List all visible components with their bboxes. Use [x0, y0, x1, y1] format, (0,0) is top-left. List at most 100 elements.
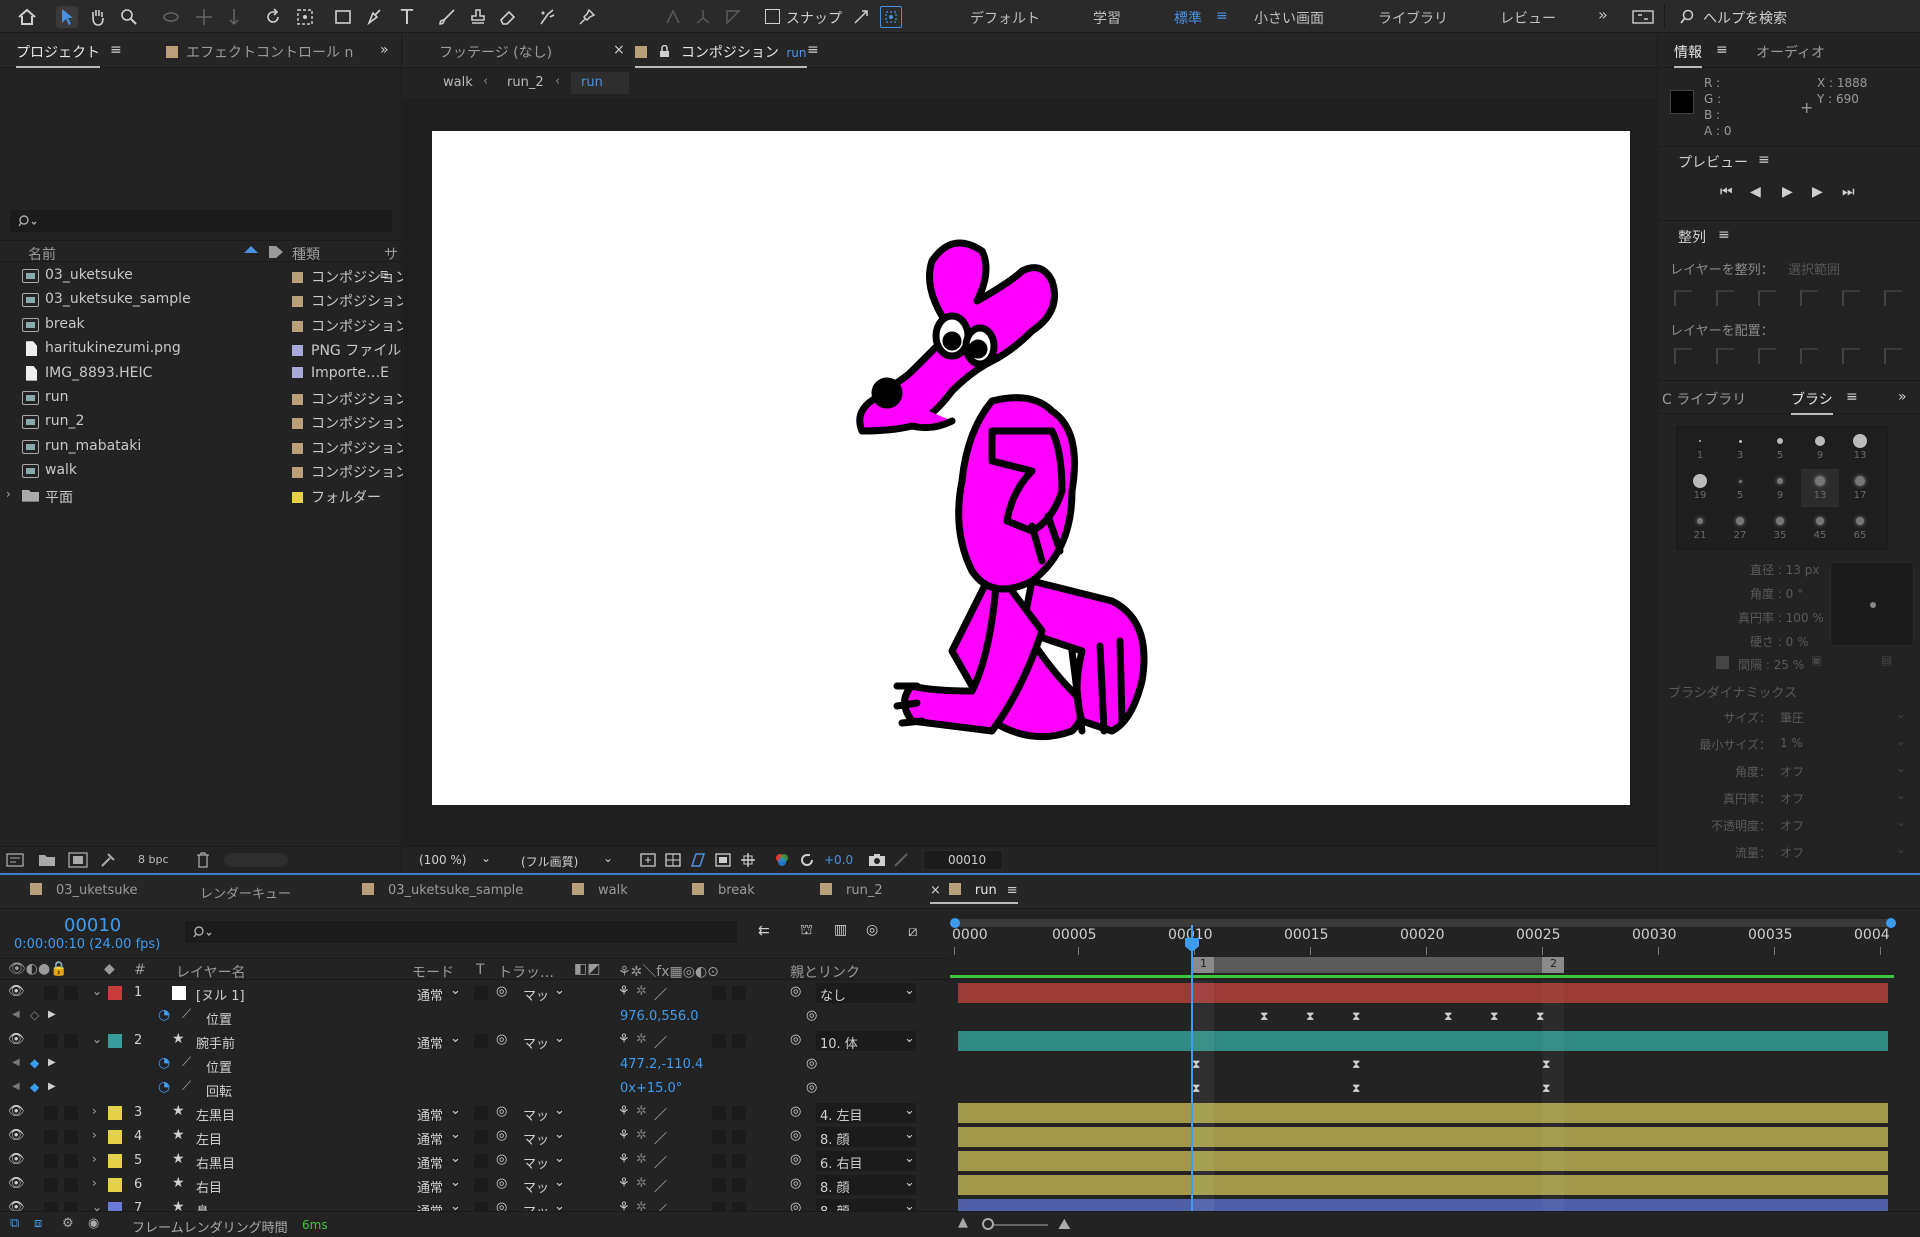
blend-mode-dropdown[interactable]: 通常	[417, 1177, 443, 1196]
layer-name[interactable]: 左黒目	[196, 1105, 235, 1124]
align-button-icon[interactable]	[1716, 290, 1734, 306]
quality-switch-icon[interactable]: ／	[654, 1152, 667, 1171]
keyframe-icon[interactable]: ⧗	[1260, 1010, 1270, 1022]
align-button-icon[interactable]	[1758, 348, 1776, 364]
keyframe-icon[interactable]: ⧗	[1352, 1058, 1362, 1070]
axis-view-icon[interactable]	[722, 6, 744, 28]
blend-mode-dropdown[interactable]: 通常	[417, 1153, 443, 1172]
parent-pickwhip-icon[interactable]: ◎	[790, 1200, 801, 1211]
tab-cc-libraries[interactable]: C ライブラリ	[1662, 389, 1746, 409]
layer-duration-bar[interactable]	[958, 1127, 1888, 1147]
preserve-transparency-toggle[interactable]	[474, 1106, 488, 1120]
workspace-layout-icon[interactable]	[1632, 6, 1654, 28]
expand-arrow-icon[interactable]: ⌄	[92, 1032, 102, 1046]
layer-duration-bar[interactable]	[958, 1199, 1888, 1211]
shy-switch-icon[interactable]: ⚘	[618, 1032, 630, 1047]
track-matte-dropdown[interactable]: マッ	[523, 1153, 549, 1172]
visibility-eye-icon[interactable]: 👁	[8, 1200, 25, 1211]
label-color-swatch[interactable]	[108, 1178, 122, 1192]
brush-tip[interactable]: 45	[1801, 509, 1839, 547]
zoom-slider-thumb[interactable]	[982, 1218, 994, 1230]
channel-icon[interactable]	[774, 852, 790, 868]
timeline-tab[interactable]: × run ≡	[930, 883, 1018, 904]
expand-arrow-icon[interactable]: ›	[92, 1176, 97, 1190]
align-button-icon[interactable]	[1674, 348, 1692, 364]
visibility-eye-icon[interactable]: 👁	[8, 1128, 25, 1143]
property-value[interactable]: 477.2,-110.4	[620, 1057, 703, 1072]
exposure-value[interactable]: +0.0	[824, 853, 853, 867]
chevron-down-icon[interactable]: ⌄	[450, 1175, 461, 1190]
col-t[interactable]: T	[476, 962, 485, 978]
chevron-down-icon[interactable]: ⌄	[904, 1103, 915, 1118]
breadcrumb-run-2[interactable]: run_2	[507, 75, 544, 90]
adjustment-toggle[interactable]	[732, 1178, 746, 1192]
breadcrumb-run[interactable]: run	[581, 75, 603, 90]
timeline-tab[interactable]: レンダーキュー	[200, 883, 291, 902]
chevron-down-icon[interactable]: ⌄	[904, 1175, 915, 1190]
pen-tool-icon[interactable]	[364, 6, 386, 28]
blend-mode-dropdown[interactable]: 通常	[417, 985, 443, 1004]
align-button-icon[interactable]	[1884, 290, 1902, 306]
parent-pickwhip-icon[interactable]: ◎	[790, 1176, 801, 1191]
tab-footage[interactable]: フッテージ (なし)	[439, 42, 552, 62]
region-of-interest-icon[interactable]	[640, 853, 656, 867]
project-item[interactable]: 03_uketsuke_sample コンポジション	[0, 288, 409, 312]
quality-switch-icon[interactable]: ／	[654, 1104, 667, 1123]
align-menu-icon[interactable]: ≡	[1718, 227, 1730, 243]
tab-effect-controls[interactable]: エフェクトコントロール n	[166, 42, 353, 62]
motion-blur-toggle[interactable]	[712, 1106, 726, 1120]
dynamics-value[interactable]: 1 %	[1780, 736, 1803, 750]
adjustment-toggle[interactable]	[732, 1130, 746, 1144]
spacing-checkbox[interactable]	[1716, 656, 1729, 669]
expand-arrow-icon[interactable]: ›	[92, 1128, 97, 1142]
track-matte-dropdown[interactable]: マッ	[523, 1033, 549, 1052]
brush-tip[interactable]: 17	[1841, 469, 1879, 507]
brush-tip[interactable]: 65	[1841, 509, 1879, 547]
property-row[interactable]: ◀ ◇ ▶ ◔ ⟋ 位置 976.0,556.0 ◎	[0, 1005, 950, 1029]
preserve-transparency-toggle[interactable]	[474, 1202, 488, 1211]
tab-brushes[interactable]: ブラシ	[1791, 389, 1833, 415]
blend-mode-dropdown[interactable]: 通常	[417, 1129, 443, 1148]
layer-name[interactable]: 鼻	[196, 1201, 209, 1211]
close-tab-icon[interactable]: ×	[930, 883, 941, 898]
collapse-switch-icon[interactable]: ✲	[636, 1200, 647, 1211]
keyframe-add-icon[interactable]: ◆	[30, 1056, 39, 1070]
chevron-down-icon[interactable]: ⌄	[450, 983, 461, 998]
chevron-down-icon[interactable]: ⌄	[554, 1103, 565, 1118]
label-color-swatch[interactable]	[108, 1130, 122, 1144]
parent-pickwhip-icon[interactable]: ◎	[790, 1128, 801, 1143]
expand-arrow-icon[interactable]: ›	[6, 487, 11, 501]
lock-icon[interactable]	[659, 45, 670, 58]
project-settings-icon[interactable]	[100, 852, 116, 868]
next-frame-icon[interactable]: ▶	[1812, 184, 1823, 200]
composition-canvas[interactable]	[432, 131, 1630, 805]
keyframe-icon[interactable]: ⧗	[1490, 1010, 1500, 1022]
chevron-down-icon[interactable]: ⌄	[554, 1199, 565, 1211]
layer-duration-bar[interactable]	[958, 1175, 1888, 1195]
brush-tip[interactable]: 27	[1721, 509, 1759, 547]
label-color-swatch[interactable]	[108, 1106, 122, 1120]
layer-name[interactable]: 右目	[196, 1177, 222, 1196]
workspace-library[interactable]: ライブラリ	[1378, 8, 1448, 28]
timeline-search-input[interactable]	[185, 921, 737, 943]
align-target-dropdown[interactable]: 選択範囲	[1788, 259, 1840, 278]
tab-composition[interactable]: コンポジション run	[635, 42, 807, 68]
collapse-switch-icon[interactable]: ✲	[636, 1176, 647, 1191]
layer-duration-bar[interactable]	[958, 1151, 1888, 1171]
adjustment-toggle[interactable]	[732, 1154, 746, 1168]
dynamics-value[interactable]: オフ	[1780, 817, 1804, 834]
new-folder-icon[interactable]	[38, 853, 56, 867]
blend-mode-dropdown[interactable]: 通常	[417, 1105, 443, 1124]
dynamics-row[interactable]: サイズ： 筆圧 ⌄	[1658, 706, 1920, 728]
visibility-eye-icon[interactable]: 👁	[8, 1104, 25, 1119]
brush-menu-icon[interactable]: ≡	[1846, 389, 1858, 405]
stopwatch-icon[interactable]: ◔	[158, 1007, 170, 1023]
eraser-tool-icon[interactable]	[497, 6, 519, 28]
timeline-tab[interactable]: run_2	[820, 883, 883, 898]
tab-info[interactable]: 情報	[1674, 42, 1702, 68]
expression-pickwhip-icon[interactable]: ◎	[806, 1056, 817, 1071]
brush-tip[interactable]: 5	[1721, 469, 1759, 507]
keyframe-nav-next-icon[interactable]: ▶	[48, 1057, 56, 1068]
collapse-switch-icon[interactable]: ✲	[636, 1128, 647, 1143]
label-tag-icon[interactable]: ◆	[104, 961, 115, 977]
